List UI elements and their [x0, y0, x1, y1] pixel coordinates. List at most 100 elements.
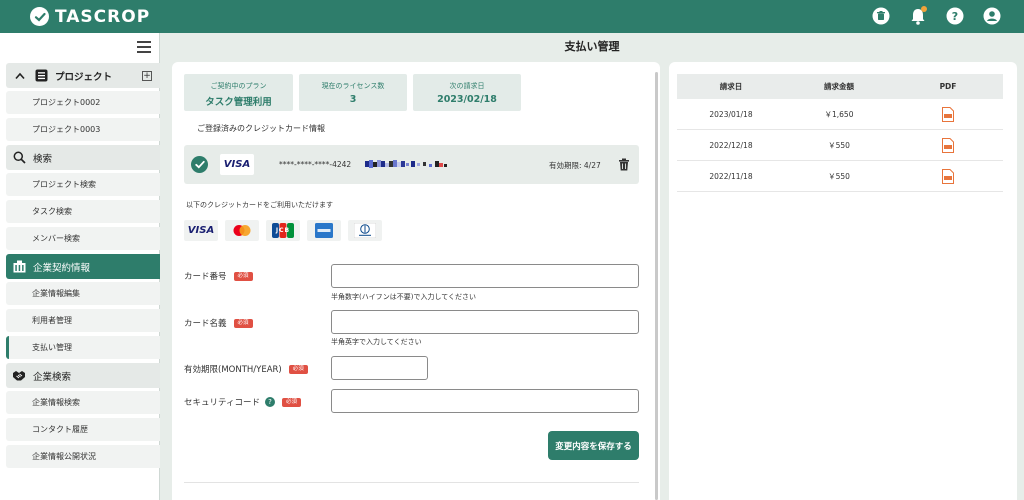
pdf-download-icon[interactable]: [942, 138, 954, 153]
page-title: 支払い管理: [160, 33, 1024, 60]
expiry-input[interactable]: [331, 356, 428, 380]
summary-next-billing: 次の請求日 2023/02/18: [413, 74, 521, 111]
check-icon: [191, 156, 208, 173]
sidebar-item-task-search[interactable]: タスク検索: [6, 200, 160, 223]
summary-plan-label: ご契約中のプラン: [210, 82, 267, 90]
sidebar-item-company-publish-status[interactable]: 企業情報公開状況: [6, 445, 160, 468]
nav-group-project[interactable]: プロジェクト +: [6, 63, 160, 88]
save-changes-button[interactable]: 変更内容を保存する: [548, 431, 639, 460]
table-row: 2022/12/18 ￥550: [677, 130, 1003, 161]
help-icon[interactable]: ?: [945, 6, 965, 26]
billing-date: 2022/11/18: [709, 171, 753, 181]
required-badge: 必須: [288, 364, 308, 374]
billing-date: 2023/01/18: [709, 109, 753, 119]
security-code-input[interactable]: [331, 389, 639, 413]
table-row: 2022/11/18 ￥550: [677, 161, 1003, 192]
sidebar-item-project-0002[interactable]: プロジェクト0002: [6, 91, 160, 114]
billing-amount-header: 請求金額: [824, 82, 854, 91]
user-icon[interactable]: [982, 6, 1002, 26]
chevron-up-icon[interactable]: [13, 69, 27, 83]
required-badge: 必須: [233, 318, 253, 328]
sidebar-item-project-search[interactable]: プロジェクト検索: [6, 173, 160, 196]
handshake-icon: [12, 369, 26, 383]
sidebar: プロジェクト + プロジェクト0002 プロジェクト0003 検索 プロジェクト…: [0, 33, 160, 500]
visa-logo-text: VISA: [187, 225, 215, 236]
app-name: TASCROP: [55, 6, 151, 27]
amex-logo-icon: [307, 220, 341, 241]
sidebar-item-user-management[interactable]: 利用者管理: [6, 309, 160, 332]
list-icon: [34, 69, 48, 83]
summary-plan-value: タスク管理利用: [205, 97, 272, 108]
card-name-input[interactable]: [331, 310, 639, 334]
nav-group-company-search[interactable]: 企業検索: [6, 363, 160, 388]
summary-next-billing-value: 2023/02/18: [437, 94, 497, 105]
registered-card-row[interactable]: VISA ****-****-****-4242 有効期限: 4/27: [184, 145, 639, 184]
search-icon: [12, 151, 26, 165]
sidebar-item-company-info-search[interactable]: 企業情報検索: [6, 391, 160, 414]
card-name-hint: 半角英字で入力してください: [331, 338, 422, 346]
card-number-label: カード番号 必須: [184, 270, 253, 282]
registered-card-expiry: 有効期限: 4/27: [549, 161, 601, 170]
billing-amount: ￥550: [828, 140, 850, 150]
registered-card-brand: VISA: [220, 154, 254, 175]
add-project-button[interactable]: +: [142, 70, 152, 81]
security-code-label: セキュリティコード ? 必須: [184, 396, 302, 408]
payment-settings-card: ご契約中のプラン タスク管理利用 現在のライセンス数 3 次の請求日 2023/…: [172, 62, 660, 500]
billing-amount: ￥1,650: [824, 109, 854, 119]
pdf-download-icon[interactable]: [942, 169, 954, 184]
security-code-label-text: セキュリティコード: [184, 398, 260, 408]
diners-club-logo-icon: [348, 220, 382, 241]
card-name-label-text: カード名義: [184, 319, 227, 329]
summary-license-value: 3: [349, 94, 357, 105]
top-bar: TASCROP ?: [0, 0, 1024, 33]
sidebar-item-project-0003[interactable]: プロジェクト0003: [6, 118, 160, 141]
card-number-label-text: カード番号: [184, 272, 227, 282]
visa-logo-icon: VISA: [184, 220, 218, 241]
sidebar-item-company-info-edit[interactable]: 企業情報編集: [6, 282, 160, 305]
security-code-help-icon[interactable]: ?: [265, 397, 275, 407]
required-badge: 必須: [282, 397, 302, 407]
sidebar-item-member-search[interactable]: メンバー検索: [6, 227, 160, 250]
billing-date: 2022/12/18: [709, 140, 753, 150]
card-name-label: カード名義 必須: [184, 317, 253, 329]
card-number-hint: 半角数字(ハイフンは不要)で入力してください: [331, 293, 477, 301]
redacted-cardholder-name-icon: [365, 160, 447, 168]
billing-table-header: 請求日 請求金額 PDF: [677, 74, 1003, 99]
table-row: 2023/01/18 ￥1,650: [677, 99, 1003, 130]
jcb-logo-text: JCB: [275, 227, 291, 234]
billing-date-header: 請求日: [719, 82, 743, 91]
accepted-cards-label: 以下のクレジットカードをご利用いただけます: [186, 201, 333, 209]
app-logo[interactable]: TASCROP: [30, 7, 150, 27]
nav-group-project-label: プロジェクト: [55, 71, 113, 83]
nav-group-search[interactable]: 検索: [6, 145, 160, 170]
delete-card-icon[interactable]: [618, 158, 630, 171]
registered-card-number: ****-****-****-4242: [279, 160, 352, 169]
summary-plan: ご契約中のプラン タスク管理利用: [184, 74, 293, 111]
nav-group-company-contract-label: 企業契約情報: [33, 262, 91, 274]
trash-icon[interactable]: [871, 6, 891, 26]
nav-group-company-contract[interactable]: 企業契約情報: [6, 254, 160, 279]
required-badge: 必須: [233, 271, 253, 281]
building-icon: [12, 260, 26, 274]
card-number-input[interactable]: [331, 264, 639, 288]
scrollbar[interactable]: [655, 72, 658, 500]
pdf-download-icon[interactable]: [942, 107, 954, 122]
jcb-logo-icon: JCB: [266, 220, 300, 241]
sidebar-item-payment-management[interactable]: 支払い管理: [6, 336, 160, 359]
registered-card-heading: ご登録済みのクレジットカード情報: [197, 124, 325, 133]
expiry-label-text: 有効期限(MONTH/YEAR): [184, 365, 282, 375]
expiry-label: 有効期限(MONTH/YEAR) 必須: [184, 363, 308, 375]
bell-icon[interactable]: [908, 6, 928, 26]
mastercard-logo-icon: [225, 220, 259, 241]
nav-group-company-search-label: 企業検索: [33, 371, 72, 383]
menu-toggle-icon[interactable]: [137, 41, 151, 53]
billing-pdf-header: PDF: [939, 82, 957, 91]
summary-next-billing-label: 次の請求日: [449, 82, 485, 90]
logo-check-icon: [30, 7, 49, 26]
notification-dot: [921, 6, 927, 12]
svg-text:?: ?: [952, 10, 958, 23]
summary-license-label: 現在のライセンス数: [321, 82, 385, 90]
sidebar-item-contact-history[interactable]: コンタクト履歴: [6, 418, 160, 441]
divider: [184, 482, 639, 483]
summary-license-count: 現在のライセンス数 3: [299, 74, 407, 111]
